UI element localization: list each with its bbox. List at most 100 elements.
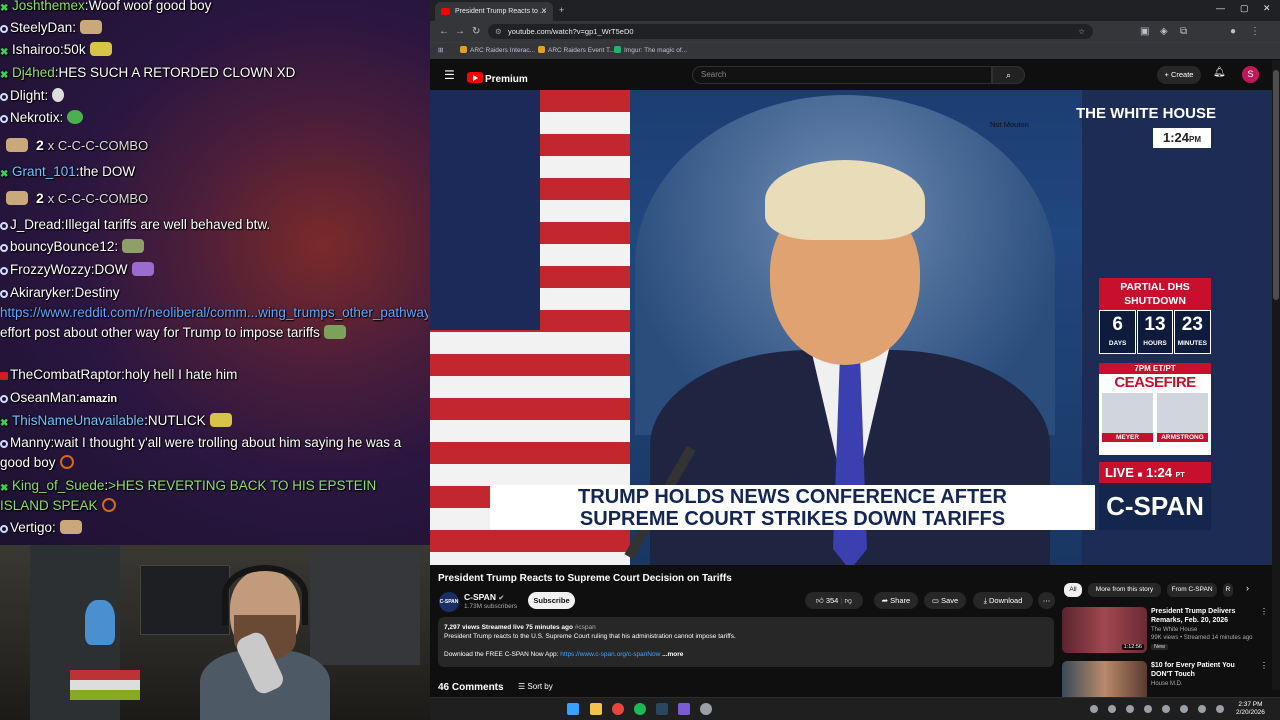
tab-youtube[interactable]: President Trump Reacts to ... ✕	[435, 2, 553, 21]
chat-username[interactable]: FrozzyWozzy	[10, 262, 91, 277]
more-vert-icon[interactable]: ⋮	[1260, 661, 1268, 670]
hashtag[interactable]: #cspan	[575, 624, 596, 631]
profile-icon[interactable]: ●	[1230, 25, 1236, 38]
windows-start-icon[interactable]	[567, 703, 579, 715]
forward-icon[interactable]: →	[455, 25, 465, 38]
extension-icon[interactable]: ▣	[1140, 25, 1149, 38]
back-icon[interactable]: ←	[439, 25, 449, 38]
logo-text: Premium	[485, 74, 528, 85]
more-vert-icon[interactable]: ⋮	[1260, 607, 1268, 616]
clock-date: 2/20/2026	[1236, 709, 1265, 716]
maximize-button[interactable]: ▢	[1240, 3, 1249, 14]
system-clock[interactable]: 2:37 PM 2/20/2026	[1236, 701, 1265, 717]
account-avatar[interactable]: S	[1242, 66, 1259, 83]
new-tab-button[interactable]: +	[559, 2, 564, 19]
chat-username[interactable]: Ishairoo	[12, 42, 60, 57]
save-button[interactable]: ▭ Save	[924, 592, 966, 609]
tray-icon[interactable]	[1090, 705, 1098, 713]
search-icon[interactable]: ⌕	[992, 66, 1025, 84]
thumbs-down-icon[interactable]: 👎︎	[844, 596, 852, 605]
video-player[interactable]: Not Mouton THE WHITE HOUSE 1:24PM PARTIA…	[430, 90, 1272, 565]
more-link[interactable]: ...more	[662, 651, 683, 658]
bookmark-item[interactable]: ARC Raiders Interac...	[460, 46, 535, 54]
video-thumbnail[interactable]: 1:12:56	[1062, 607, 1147, 653]
chat-username[interactable]: Dlight	[10, 88, 45, 103]
chat-message: Nekrotix:	[0, 108, 428, 128]
video-description[interactable]: 7,297 views Streamed live 75 minutes ago…	[438, 617, 1054, 667]
tray-icon[interactable]	[1108, 705, 1116, 713]
create-button[interactable]: + Create	[1157, 66, 1201, 84]
create-label: Create	[1170, 70, 1194, 79]
sort-by-button[interactable]: ☰ Sort by	[518, 682, 553, 691]
like-button[interactable]: 👍︎ 354	[816, 596, 838, 605]
combo-text: C-C-C-COMBO	[57, 191, 149, 206]
chat-username[interactable]: Akiraryker	[10, 285, 71, 300]
chat-username[interactable]: Vertigo	[10, 520, 52, 535]
scrollbar-thumb[interactable]	[1273, 70, 1279, 300]
chat-username[interactable]: J_Dread	[10, 217, 61, 232]
close-window-button[interactable]: ✕	[1263, 3, 1271, 14]
chat-username[interactable]: bouncyBounce12	[10, 239, 114, 254]
bookmark-star-icon[interactable]: ☆	[1078, 24, 1085, 39]
chat-username[interactable]: ThisNameUnavailable	[12, 413, 144, 428]
more-actions-icon[interactable]: ⋯	[1038, 592, 1055, 609]
rec-channel: House M.D.	[1151, 681, 1183, 687]
chat-username[interactable]: Dj4hed	[12, 65, 55, 80]
extension-icon[interactable]: ◈	[1160, 25, 1168, 38]
browser-menu-icon[interactable]: ⋮	[1250, 25, 1260, 38]
obsidian-icon[interactable]	[678, 703, 690, 715]
wifi-icon[interactable]	[1162, 705, 1170, 713]
dhs-shutdown-counter: PARTIAL DHS SHUTDOWN 6 DAYS 13 HOURS 23 MIN…	[1099, 278, 1211, 354]
notifications-bell-icon[interactable]: 🔔︎	[1213, 67, 1226, 78]
file-explorer-icon[interactable]	[590, 703, 602, 715]
extensions-puzzle-icon[interactable]: ⧉	[1180, 25, 1187, 38]
channel-name[interactable]: C-SPAN ✔	[464, 592, 504, 602]
reload-icon[interactable]: ↻	[472, 25, 480, 38]
chat-username[interactable]: Nekrotix	[10, 110, 60, 125]
app-link[interactable]: https://www.c-span.org/c-spanNow	[560, 651, 660, 658]
youtube-logo[interactable]: Premium	[467, 69, 528, 85]
subscribe-button[interactable]: Subscribe	[528, 592, 575, 609]
chip-overflow[interactable]: R	[1223, 583, 1233, 597]
battery-icon[interactable]	[1198, 705, 1206, 713]
chip-more-from-story[interactable]: More from this story	[1088, 583, 1161, 597]
live-time: 1:24	[1146, 465, 1173, 480]
badge-icon	[0, 395, 8, 403]
close-tab-icon[interactable]: ✕	[541, 2, 547, 21]
tray-icon[interactable]	[1126, 705, 1134, 713]
settings-gear-icon[interactable]	[700, 703, 712, 715]
site-info-icon[interactable]: ⚙	[495, 24, 502, 39]
url-input[interactable]: ⚙ youtube.com/watch?v=gp1_WrT5eD0 ☆	[488, 24, 1093, 39]
chat-username[interactable]: OseanMan	[10, 390, 76, 405]
bookmark-item[interactable]: ARC Raiders Event T...	[538, 46, 615, 54]
download-button[interactable]: ⤓ Download	[973, 592, 1033, 609]
chat-username[interactable]: Manny	[10, 435, 51, 450]
chat-username[interactable]: Joshthemex	[12, 0, 85, 13]
chrome-icon[interactable]	[612, 703, 624, 715]
chip-all[interactable]: All	[1064, 583, 1082, 597]
minimize-button[interactable]: —	[1216, 3, 1225, 13]
hamburger-menu-icon[interactable]: ☰	[444, 68, 455, 82]
share-button[interactable]: ➦ Share	[874, 592, 918, 609]
chat-username[interactable]: King_of_Suede	[12, 478, 104, 493]
page-scrollbar[interactable]	[1272, 60, 1280, 690]
chat-message: Dlight:	[0, 86, 428, 106]
volume-icon[interactable]	[1180, 705, 1188, 713]
chip-from-cspan[interactable]: From C-SPAN	[1167, 583, 1217, 597]
bookmark-item[interactable]: Imgur: The magic of...	[614, 46, 687, 54]
chat-username[interactable]: TheCombatRaptor	[10, 367, 121, 382]
steam-icon[interactable]	[656, 703, 668, 715]
language-icon[interactable]	[1216, 705, 1224, 713]
chat-text: DOW	[94, 262, 128, 277]
apps-icon[interactable]: ⊞	[438, 46, 443, 54]
chat-link[interactable]: https://www.reddit.com/r/neoliberal/comm…	[0, 305, 428, 320]
spotify-icon[interactable]	[634, 703, 646, 715]
tray-icon[interactable]	[1144, 705, 1152, 713]
search-input[interactable]: Search	[692, 66, 992, 84]
chat-username[interactable]: Grant_101	[12, 164, 76, 179]
channel-bug: THE WHITE HOUSE	[1075, 105, 1216, 122]
channel-avatar[interactable]: C-SPAN	[439, 592, 459, 612]
chat-username[interactable]: SteelyDan	[10, 20, 72, 35]
recommended-video[interactable]: 1:12:56 President Trump Delivers Remarks…	[1062, 607, 1272, 653]
chevron-right-icon[interactable]: ›	[1246, 583, 1249, 593]
